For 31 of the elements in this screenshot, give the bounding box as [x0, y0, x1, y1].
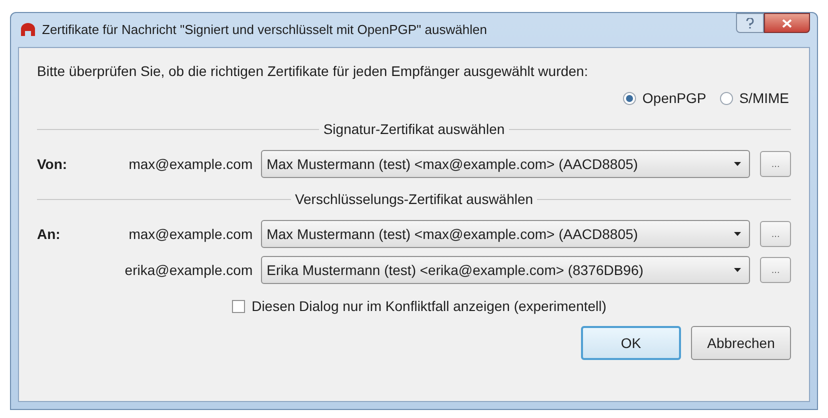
browse-button[interactable]: ...	[760, 257, 791, 283]
certificate-dropdown[interactable]: Erika Mustermann (test) <erika@example.com> (8376DB96)	[260, 256, 750, 284]
section-heading: Verschlüsselungs-Zertifikat auswählen	[294, 190, 534, 209]
help-icon	[746, 18, 754, 28]
help-button[interactable]	[736, 13, 764, 33]
email-text: max@example.com	[128, 224, 254, 244]
row-label: An:	[37, 224, 60, 244]
dialog-button[interactable]: Abbrechen	[691, 326, 791, 360]
radio-button[interactable]	[720, 92, 734, 104]
caret-icon	[734, 232, 742, 236]
browse-button[interactable]: ...	[760, 221, 791, 247]
certificate-dropdown[interactable]: Max Mustermann (test) <max@example.com> (AACD8805)	[260, 150, 750, 178]
radio-button[interactable]	[623, 92, 636, 104]
caret-icon	[734, 162, 742, 166]
checkbox-label[interactable]: Diesen Dialog nur im Konfliktfall anzeigen (experimentell)	[252, 296, 606, 316]
close-icon	[782, 18, 792, 28]
email-text: max@example.com	[128, 154, 254, 174]
window-title: Zertifikate für Nachricht "Signiert und verschlüsselt mit OpenPGP" auswählen	[42, 21, 488, 40]
app-icon	[20, 23, 36, 37]
section-heading: Signatur-Zertifikat auswählen	[323, 120, 505, 139]
email-text: erika@example.com	[124, 260, 254, 280]
dialog-button[interactable]: OK	[581, 326, 681, 360]
browse-button[interactable]: ...	[760, 151, 791, 177]
certificate-dropdown[interactable]: Max Mustermann (test) <max@example.com> (AACD8805)	[260, 220, 750, 248]
row-label: Von:	[37, 154, 68, 174]
close-button[interactable]	[764, 13, 810, 33]
radio-label[interactable]: OpenPGP	[642, 88, 706, 108]
intro-text: Bitte überprüfen Sie, ob die richtigen Zertifikate für jeden Empfänger ausgewählt wurden:	[37, 62, 589, 81]
caret-icon	[734, 268, 742, 272]
checkbox[interactable]	[232, 300, 245, 312]
radio-label[interactable]: S/MIME	[739, 88, 789, 108]
